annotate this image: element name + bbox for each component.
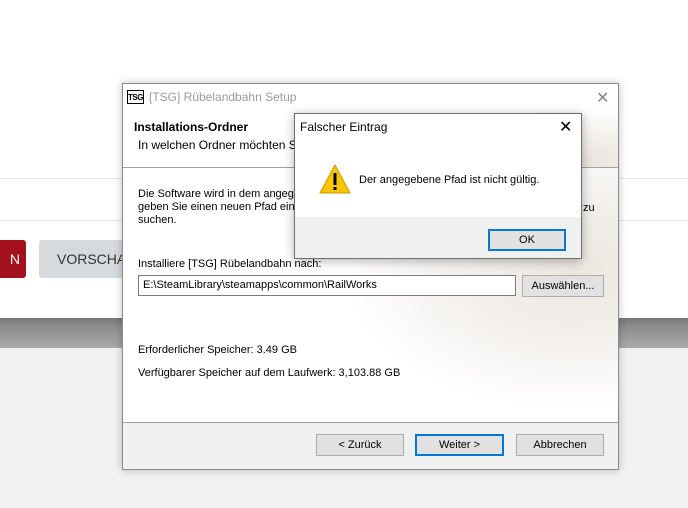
tsg-logo-icon: TSG: [127, 90, 144, 104]
install-path-label: Installiere [TSG] Rübelandbahn nach:: [138, 258, 322, 270]
installer-titlebar[interactable]: TSG [TSG] Rübelandbahn Setup ✕: [123, 84, 618, 110]
ok-button[interactable]: OK: [488, 229, 566, 251]
install-path-input[interactable]: E:\SteamLibrary\steamapps\common\RailWor…: [138, 275, 516, 296]
error-dialog-footer: OK: [295, 217, 581, 258]
description-right-fragment: zu: [583, 202, 595, 214]
installer-window-title: [TSG] Rübelandbahn Setup: [149, 90, 297, 104]
installer-close-icon[interactable]: ✕: [596, 88, 609, 108]
error-dialog-close-icon[interactable]: ✕: [559, 117, 572, 137]
browse-button[interactable]: Auswählen...: [522, 275, 604, 297]
available-space-text: Verfügbarer Speicher auf dem Laufwerk: 3…: [138, 367, 401, 379]
background-red-button[interactable]: N: [0, 240, 26, 278]
next-button[interactable]: Weiter >: [415, 434, 504, 456]
warning-icon: [319, 164, 351, 194]
cancel-button[interactable]: Abbrechen: [516, 434, 604, 456]
header-title: Installations-Ordner: [134, 120, 249, 134]
installer-footer: < Zurück Weiter > Abbrechen: [123, 423, 618, 469]
required-space-text: Erforderlicher Speicher: 3.49 GB: [138, 344, 297, 356]
error-dialog-title: Falscher Eintrag: [300, 120, 388, 134]
error-message: Der angegebene Pfad ist nicht gültig.: [359, 174, 540, 186]
back-button[interactable]: < Zurück: [316, 434, 404, 456]
error-dialog: Falscher Eintrag ✕ Der angegebene Pfad i…: [294, 113, 582, 259]
header-subtitle: In welchen Ordner möchten Sie [T: [138, 138, 321, 152]
